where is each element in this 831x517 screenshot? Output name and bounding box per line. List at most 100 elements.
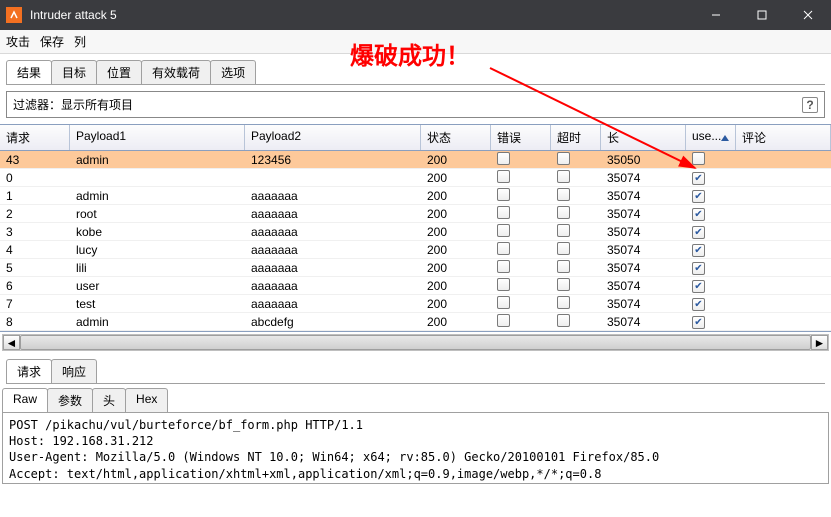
menu-columns[interactable]: 列 xyxy=(74,33,86,50)
cell: aaaaaaa xyxy=(245,224,421,240)
help-icon[interactable]: ? xyxy=(802,97,818,113)
table-row[interactable]: 1adminaaaaaaa20035074 xyxy=(0,187,831,205)
cell xyxy=(736,159,831,161)
tab-target[interactable]: 目标 xyxy=(51,60,97,84)
user-checkbox xyxy=(692,152,705,165)
col-payload1[interactable]: Payload1 xyxy=(70,125,245,150)
cell: 200 xyxy=(421,242,491,258)
table-row[interactable]: 2rootaaaaaaa20035074 xyxy=(0,205,831,223)
main-tabs: 结果 目标 位置 有效载荷 选项 xyxy=(0,54,831,84)
col-status[interactable]: 状态 xyxy=(421,125,491,150)
table-row[interactable]: 8adminabcdefg20035074 xyxy=(0,313,831,331)
error-checkbox xyxy=(497,188,510,201)
col-request[interactable]: 请求 xyxy=(0,125,70,150)
cell-checkbox xyxy=(551,187,601,205)
filter-bar[interactable]: 过滤器：显示所有项目 ? xyxy=(6,91,825,118)
tab-results[interactable]: 结果 xyxy=(6,60,52,84)
col-error[interactable]: 错误 xyxy=(491,125,551,150)
cell: 43 xyxy=(0,152,70,168)
cell: lili xyxy=(70,260,245,276)
table-row[interactable]: 3kobeaaaaaaa20035074 xyxy=(0,223,831,241)
tab-options[interactable]: 选项 xyxy=(210,60,256,84)
cell-checkbox xyxy=(686,313,736,331)
user-checkbox xyxy=(692,190,705,203)
cell-checkbox xyxy=(491,169,551,187)
cell-checkbox xyxy=(686,241,736,259)
menu-attack[interactable]: 攻击 xyxy=(6,33,30,50)
cell: 200 xyxy=(421,224,491,240)
table-row[interactable]: 7testaaaaaaa20035074 xyxy=(0,295,831,313)
table-row[interactable]: 5liliaaaaaaa20035074 xyxy=(0,259,831,277)
cell: admin xyxy=(70,314,245,330)
cell: 6 xyxy=(0,278,70,294)
cell-checkbox xyxy=(686,223,736,241)
scroll-left-icon[interactable]: ◄ xyxy=(3,335,20,350)
cell xyxy=(736,213,831,215)
minimize-button[interactable] xyxy=(693,0,739,30)
cell xyxy=(736,267,831,269)
tab-payloads[interactable]: 有效载荷 xyxy=(141,60,211,84)
cell: lucy xyxy=(70,242,245,258)
col-length[interactable]: 长 xyxy=(601,125,686,150)
subtab-hex[interactable]: Hex xyxy=(125,388,168,412)
table-row[interactable]: 43admin12345620035050 xyxy=(0,151,831,169)
cell-checkbox xyxy=(551,151,601,169)
user-checkbox xyxy=(692,262,705,275)
maximize-button[interactable] xyxy=(739,0,785,30)
cell xyxy=(736,303,831,305)
subtab-headers[interactable]: 头 xyxy=(92,388,126,412)
scroll-right-icon[interactable]: ► xyxy=(811,335,828,350)
cell: aaaaaaa xyxy=(245,260,421,276)
subtab-params[interactable]: 参数 xyxy=(47,388,93,412)
cell: 35074 xyxy=(601,260,686,276)
col-timeout[interactable]: 超时 xyxy=(551,125,601,150)
error-checkbox xyxy=(497,170,510,183)
cell-checkbox xyxy=(686,259,736,277)
error-checkbox xyxy=(497,296,510,309)
col-user[interactable]: use... xyxy=(686,125,736,150)
cell: aaaaaaa xyxy=(245,206,421,222)
timeout-checkbox xyxy=(557,278,570,291)
detail-tabs: 请求 响应 xyxy=(0,353,831,383)
cell: 7 xyxy=(0,296,70,312)
cell xyxy=(70,177,245,179)
user-checkbox xyxy=(692,280,705,293)
table-row[interactable]: 4lucyaaaaaaa20035074 xyxy=(0,241,831,259)
col-payload2[interactable]: Payload2 xyxy=(245,125,421,150)
subtab-raw[interactable]: Raw xyxy=(2,388,48,412)
app-icon xyxy=(6,7,22,23)
filter-label: 过滤器：显示所有项目 xyxy=(13,96,133,113)
tab-request[interactable]: 请求 xyxy=(6,359,52,383)
user-checkbox xyxy=(692,226,705,239)
table-row[interactable]: 020035074 xyxy=(0,169,831,187)
cell: 200 xyxy=(421,152,491,168)
menu-save[interactable]: 保存 xyxy=(40,33,64,50)
h-scrollbar[interactable]: ◄ ► xyxy=(2,334,829,351)
cell-checkbox xyxy=(491,313,551,331)
error-checkbox xyxy=(497,314,510,327)
cell: user xyxy=(70,278,245,294)
table-header: 请求 Payload1 Payload2 状态 错误 超时 长 use... 评… xyxy=(0,125,831,151)
cell: aaaaaaa xyxy=(245,278,421,294)
timeout-checkbox xyxy=(557,242,570,255)
tab-positions[interactable]: 位置 xyxy=(96,60,142,84)
cell: 35074 xyxy=(601,224,686,240)
cell: admin xyxy=(70,188,245,204)
cell: admin xyxy=(70,152,245,168)
table-row[interactable]: 6useraaaaaaa20035074 xyxy=(0,277,831,295)
col-comment[interactable]: 评论 xyxy=(736,125,831,150)
request-raw[interactable]: POST /pikachu/vul/burteforce/bf_form.php… xyxy=(2,412,829,484)
cell: root xyxy=(70,206,245,222)
cell: 8 xyxy=(0,314,70,330)
cell xyxy=(736,249,831,251)
close-button[interactable] xyxy=(785,0,831,30)
tab-response[interactable]: 响应 xyxy=(51,359,97,383)
timeout-checkbox xyxy=(557,314,570,327)
cell-checkbox xyxy=(686,205,736,223)
cell: 200 xyxy=(421,314,491,330)
cell: 35074 xyxy=(601,314,686,330)
user-checkbox xyxy=(692,244,705,257)
cell: 200 xyxy=(421,170,491,186)
cell-checkbox xyxy=(491,241,551,259)
cell-checkbox xyxy=(551,313,601,331)
